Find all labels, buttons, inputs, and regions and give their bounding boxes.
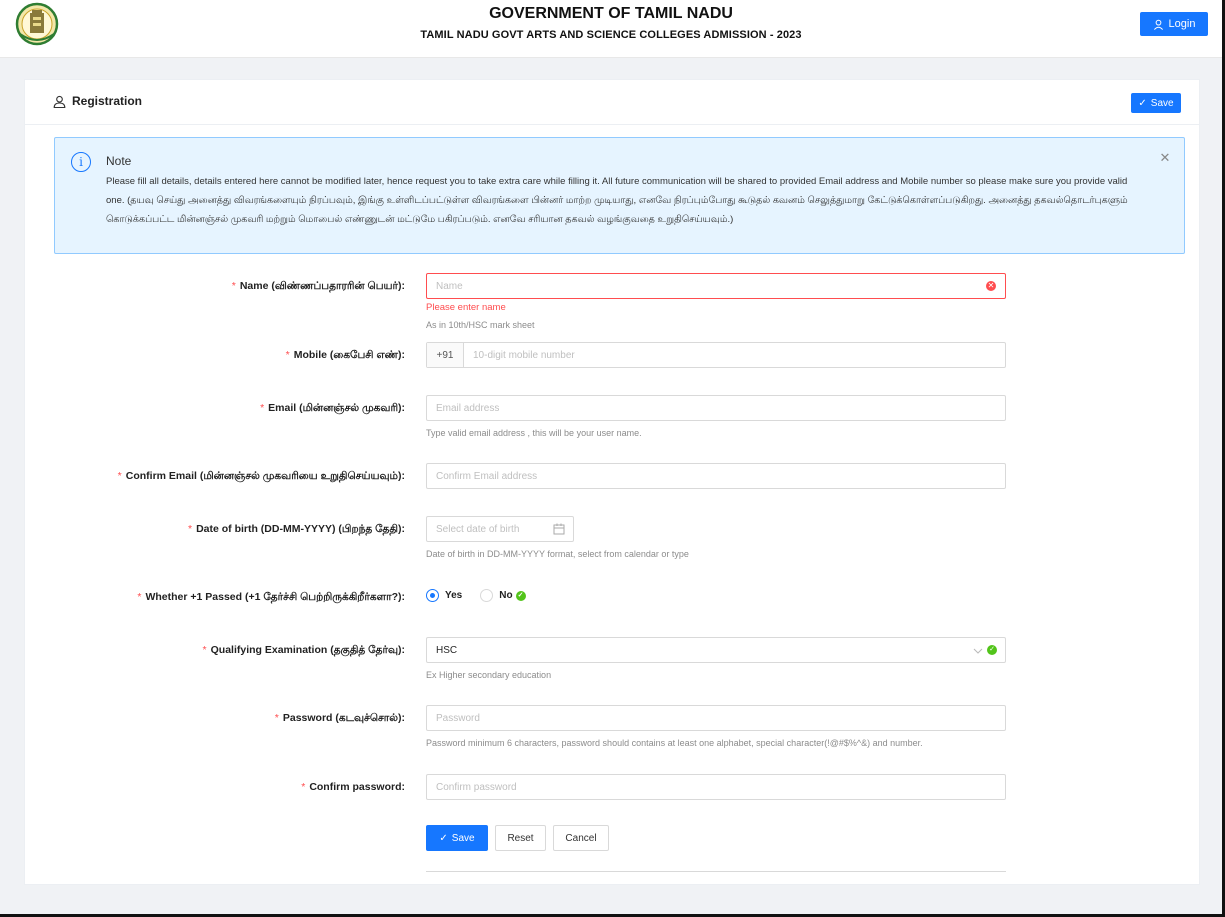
- login-button[interactable]: Login: [1140, 12, 1208, 36]
- user-icon: [1153, 19, 1163, 30]
- confirm-password-label: * Confirm password:: [301, 781, 405, 793]
- qualifying-select[interactable]: HSC ✓: [426, 637, 1006, 663]
- confirm-password-input[interactable]: Confirm password: [426, 774, 1006, 800]
- password-input[interactable]: Password: [426, 705, 1006, 731]
- name-input[interactable]: Name ✕: [426, 273, 1006, 299]
- plus-one-label: * Whether +1 Passed (+1 தேர்ச்சி பெற்றிரு…: [137, 591, 405, 603]
- close-icon[interactable]: ✕: [1159, 152, 1171, 165]
- header-save-label: Save: [1150, 97, 1174, 109]
- cancel-button[interactable]: Cancel: [553, 825, 609, 851]
- card-title: Registration: [53, 94, 142, 108]
- error-icon: ✕: [986, 281, 996, 291]
- password-label: * Password (கடவுச்சொல்):: [274, 712, 405, 724]
- mobile-label: * Mobile (கைபேசி எண்):: [285, 349, 405, 361]
- admission-subtitle: TAMIL NADU GOVT ARTS AND SCIENCE COLLEGE…: [420, 29, 802, 41]
- success-icon: ✓: [987, 645, 997, 655]
- dob-picker[interactable]: Select date of birth: [426, 516, 574, 542]
- registration-card: Registration ✓ Save i Note Please fill a…: [24, 79, 1200, 885]
- dob-placeholder: Select date of birth: [436, 523, 520, 535]
- confirm-email-label: * Confirm Email (மின்னஞ்சல் முகவரியை உறுத…: [117, 470, 405, 482]
- plus-one-radio-group: Yes No ✓: [426, 589, 526, 602]
- government-title: GOVERNMENT OF TAMIL NADU: [489, 5, 733, 22]
- name-error: Please enter name: [426, 302, 506, 313]
- confirm-email-placeholder: Confirm Email address: [436, 470, 538, 482]
- reset-button[interactable]: Reset: [495, 825, 546, 851]
- mobile-input[interactable]: +91 10-digit mobile number: [426, 342, 1006, 368]
- cancel-label: Cancel: [565, 832, 597, 844]
- confirm-password-placeholder: Confirm password: [436, 781, 517, 793]
- password-help: Password minimum 6 characters, password …: [426, 738, 923, 748]
- success-icon: ✓: [515, 590, 526, 601]
- header-save-button[interactable]: ✓ Save: [1131, 93, 1181, 113]
- dob-help: Date of birth in DD-MM-YYYY format, sele…: [426, 549, 689, 559]
- radio-yes-label: Yes: [445, 590, 463, 601]
- radio-no-label: No: [499, 590, 513, 601]
- note-alert: i Note Please fill all details, details …: [54, 137, 1185, 254]
- save-button[interactable]: ✓ Save: [426, 825, 488, 851]
- qualifying-label: * Qualifying Examination (தகுதித் தேர்வு)…: [202, 644, 405, 656]
- calendar-icon: [553, 523, 565, 535]
- card-title-text: Registration: [72, 94, 143, 108]
- note-text: Please fill all details, details entered…: [106, 176, 1128, 225]
- login-label: Login: [1168, 18, 1196, 30]
- email-help: Type valid email address , this will be …: [426, 428, 642, 438]
- check-icon: ✓: [1138, 97, 1147, 109]
- qualifying-help: Ex Higher secondary education: [426, 670, 552, 680]
- card-header: Registration ✓ Save: [25, 80, 1199, 125]
- info-icon: i: [71, 152, 91, 172]
- email-label: * Email (மின்னஞ்சல் முகவரி):: [260, 402, 405, 414]
- name-label: * Name (விண்ணப்பதாரரின் பெயர்):: [231, 280, 405, 292]
- check-icon: ✓: [439, 832, 448, 844]
- top-header: GOVERNMENT OF TAMIL NADU TAMIL NADU GOVT…: [0, 0, 1222, 58]
- email-placeholder: Email address: [436, 402, 500, 414]
- dob-label: * Date of birth (DD-MM-YYYY) (பிறந்த தேதி…: [187, 523, 405, 535]
- radio-no[interactable]: [480, 589, 494, 602]
- form-divider: [426, 871, 1006, 872]
- chevron-down-icon: [973, 648, 983, 654]
- mobile-placeholder: 10-digit mobile number: [473, 349, 575, 361]
- user-icon: [53, 95, 66, 108]
- password-placeholder: Password: [436, 712, 480, 724]
- name-placeholder: Name: [436, 280, 463, 292]
- save-label: Save: [451, 832, 475, 844]
- radio-yes[interactable]: [426, 589, 439, 602]
- reset-label: Reset: [507, 832, 534, 844]
- name-help: As in 10th/HSC mark sheet: [426, 320, 535, 330]
- country-code-addon: +91: [427, 343, 464, 367]
- confirm-email-input[interactable]: Confirm Email address: [426, 463, 1006, 489]
- note-title: Note: [106, 154, 132, 168]
- email-input[interactable]: Email address: [426, 395, 1006, 421]
- qualifying-value: HSC: [436, 644, 458, 656]
